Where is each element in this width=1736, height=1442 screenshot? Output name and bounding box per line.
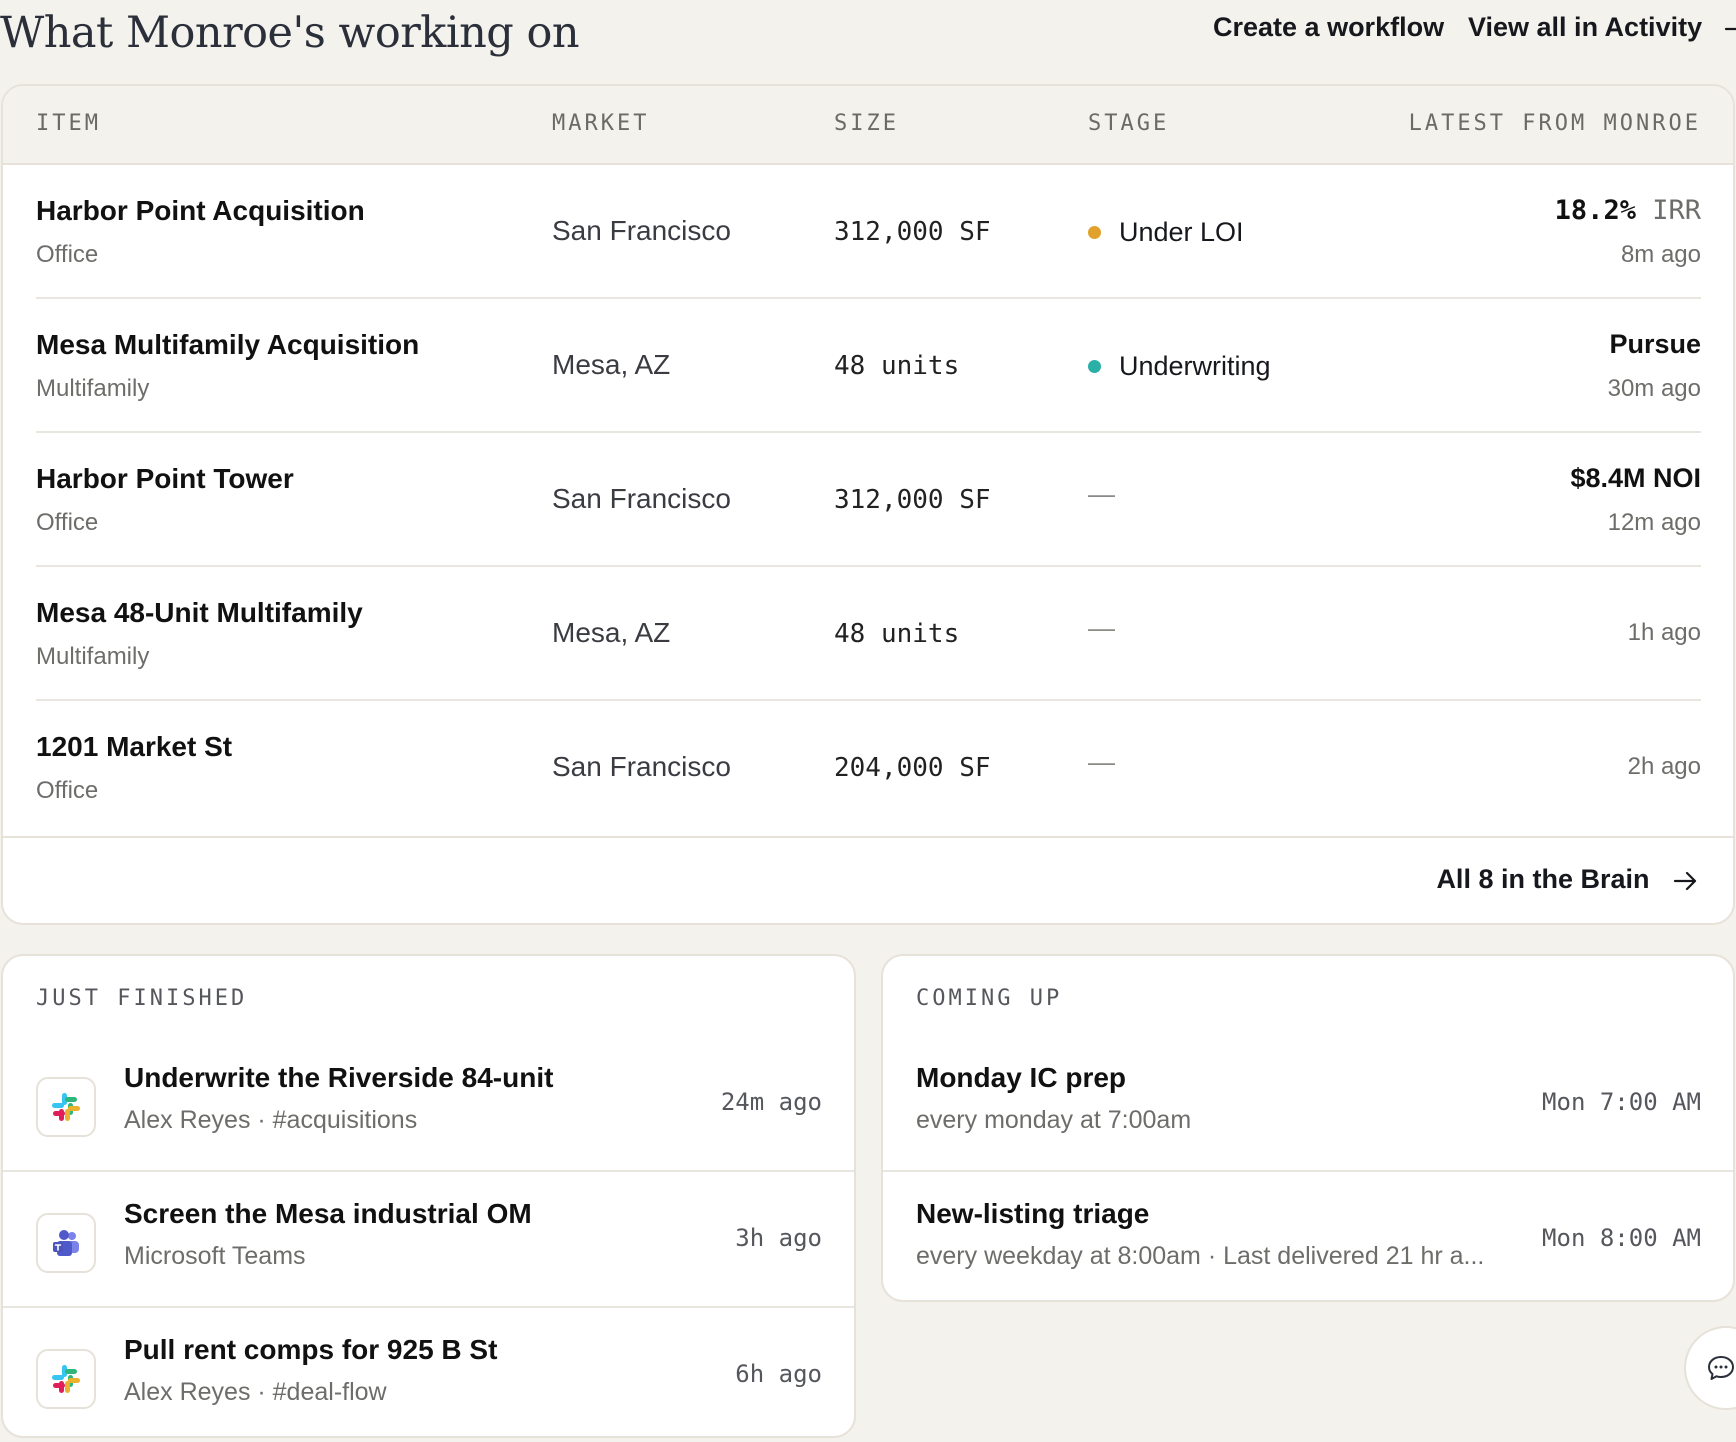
chat-bubble-icon <box>1708 1356 1734 1380</box>
item-name: Harbor Point Acquisition <box>36 195 365 226</box>
item-type: Office <box>36 509 99 536</box>
item-market: San Francisco <box>552 215 731 246</box>
latest-time: 8m ago <box>1620 241 1701 268</box>
item-size: 312,000 SF <box>834 217 991 247</box>
latest-metric: 18.2% IRR <box>1555 195 1701 226</box>
list-item[interactable]: Pull rent comps for 925 B St Alex Reyes … <box>3 1308 854 1436</box>
slack-icon <box>36 1077 96 1137</box>
list-item[interactable]: New-listing triage every weekday at 8:00… <box>883 1172 1733 1300</box>
just-finished-list: Underwrite the Riverside 84-unit Alex Re… <box>3 1036 854 1436</box>
table-row[interactable]: Harbor Point Tower Office San Francisco … <box>36 433 1701 567</box>
latest-time: 30m ago <box>1607 375 1701 402</box>
latest-metric-value: 18.2% <box>1554 195 1636 226</box>
workflow-next-run: Mon 8:00 AM <box>1542 1224 1701 1252</box>
create-workflow-link[interactable]: Create a workflow <box>1213 12 1444 43</box>
item-market: San Francisco <box>552 483 731 514</box>
column-header-item: ITEM <box>36 111 101 136</box>
workflow-schedule: every monday at 7:00am <box>916 1106 1192 1134</box>
list-item[interactable]: Monday IC prep every monday at 7:00am Mo… <box>883 1036 1733 1172</box>
coming-up-card: COMING UP Monday IC prep every monday at… <box>881 954 1735 1302</box>
item-type: Multifamily <box>36 643 150 670</box>
stage-badge: Under LOI <box>1088 217 1244 248</box>
latest-summary: $8.4M NOI <box>1570 463 1701 493</box>
chat-button[interactable] <box>1684 1326 1736 1410</box>
table-row[interactable]: Harbor Point Acquisition Office San Fran… <box>36 165 1701 299</box>
item-size: 312,000 SF <box>834 485 991 515</box>
table-body: Harbor Point Acquisition Office San Fran… <box>3 165 1733 835</box>
task-title: Screen the Mesa industrial OM <box>124 1198 532 1229</box>
task-subtitle: Microsoft Teams <box>124 1242 306 1270</box>
item-type: Multifamily <box>36 375 150 402</box>
item-name: 1201 Market St <box>36 731 233 762</box>
slack-icon <box>36 1349 96 1409</box>
view-all-activity-link[interactable]: View all in Activity <box>1468 12 1736 43</box>
latest-metric-unit: IRR <box>1652 195 1701 226</box>
item-type: Office <box>36 777 99 804</box>
item-name: Harbor Point Tower <box>36 463 294 494</box>
stage-empty: — <box>1088 747 1115 777</box>
item-size: 48 units <box>834 619 960 649</box>
just-finished-card: JUST FINISHED Underwrite the Riverside 8… <box>1 954 856 1438</box>
workflow-title: Monday IC prep <box>916 1062 1127 1093</box>
table-header: ITEM MARKET SIZE STAGE LATEST FROM MONRO… <box>3 86 1733 165</box>
stage-label: Under LOI <box>1119 217 1244 247</box>
table-row[interactable]: Mesa 48-Unit Multifamily Multifamily Mes… <box>36 567 1701 701</box>
coming-up-title: COMING UP <box>916 986 1063 1011</box>
item-size: 204,000 SF <box>834 753 991 783</box>
view-all-activity-label: View all in Activity <box>1468 12 1703 42</box>
task-title: Pull rent comps for 925 B St <box>124 1334 498 1365</box>
all-in-brain-link[interactable]: All 8 in the Brain <box>1436 864 1699 895</box>
task-subtitle: Alex Reyes · #deal-flow <box>124 1378 387 1406</box>
teams-icon <box>36 1213 96 1273</box>
column-header-latest: LATEST FROM MONROE <box>1408 111 1701 136</box>
deals-table: ITEM MARKET SIZE STAGE LATEST FROM MONRO… <box>1 84 1735 925</box>
item-name: Mesa 48-Unit Multifamily <box>36 597 363 628</box>
column-header-size: SIZE <box>834 111 899 136</box>
item-market: Mesa, AZ <box>552 349 671 380</box>
status-dot <box>1088 226 1101 239</box>
table-footer: All 8 in the Brain <box>3 836 1733 923</box>
stage-label: Underwriting <box>1119 351 1271 381</box>
workflow-schedule: every weekday at 8:00am · Last delivered… <box>916 1242 1485 1270</box>
task-time: 3h ago <box>735 1224 822 1252</box>
arrow-right-icon <box>1673 871 1697 890</box>
column-header-market: MARKET <box>552 111 650 136</box>
coming-up-list: Monday IC prep every monday at 7:00am Mo… <box>883 1036 1733 1300</box>
table-row[interactable]: 1201 Market St Office San Francisco 204,… <box>36 701 1701 835</box>
stage-empty: — <box>1088 479 1115 509</box>
task-subtitle: Alex Reyes · #acquisitions <box>124 1106 418 1134</box>
just-finished-title: JUST FINISHED <box>36 986 248 1011</box>
latest-summary: Pursue <box>1609 329 1701 359</box>
table-row[interactable]: Mesa Multifamily Acquisition Multifamily… <box>36 299 1701 433</box>
list-item[interactable]: Underwrite the Riverside 84-unit Alex Re… <box>3 1036 854 1172</box>
arrow-right-icon <box>1724 27 1736 30</box>
item-market: Mesa, AZ <box>552 617 671 648</box>
task-title: Underwrite the Riverside 84-unit <box>124 1062 554 1093</box>
page-header: What Monroe's working on Create a workfl… <box>0 0 1736 80</box>
list-item[interactable]: Screen the Mesa industrial OM Microsoft … <box>3 1172 854 1308</box>
workflow-title: New-listing triage <box>916 1198 1150 1229</box>
task-time: 24m ago <box>720 1088 822 1116</box>
stage-badge: Underwriting <box>1088 351 1271 382</box>
item-name: Mesa Multifamily Acquisition <box>36 329 420 360</box>
task-time: 6h ago <box>735 1360 822 1388</box>
latest-time: 1h ago <box>1627 619 1701 646</box>
latest-time: 12m ago <box>1607 509 1701 536</box>
item-size: 48 units <box>834 351 960 381</box>
workflow-next-run: Mon 7:00 AM <box>1542 1088 1701 1116</box>
latest-time: 2h ago <box>1627 753 1701 780</box>
page-title: What Monroe's working on <box>0 8 580 58</box>
all-in-brain-label: All 8 in the Brain <box>1436 864 1650 894</box>
stage-empty: — <box>1088 613 1115 643</box>
status-dot <box>1088 360 1101 373</box>
column-header-stage: STAGE <box>1088 111 1170 136</box>
item-type: Office <box>36 241 99 268</box>
item-market: San Francisco <box>552 751 731 782</box>
